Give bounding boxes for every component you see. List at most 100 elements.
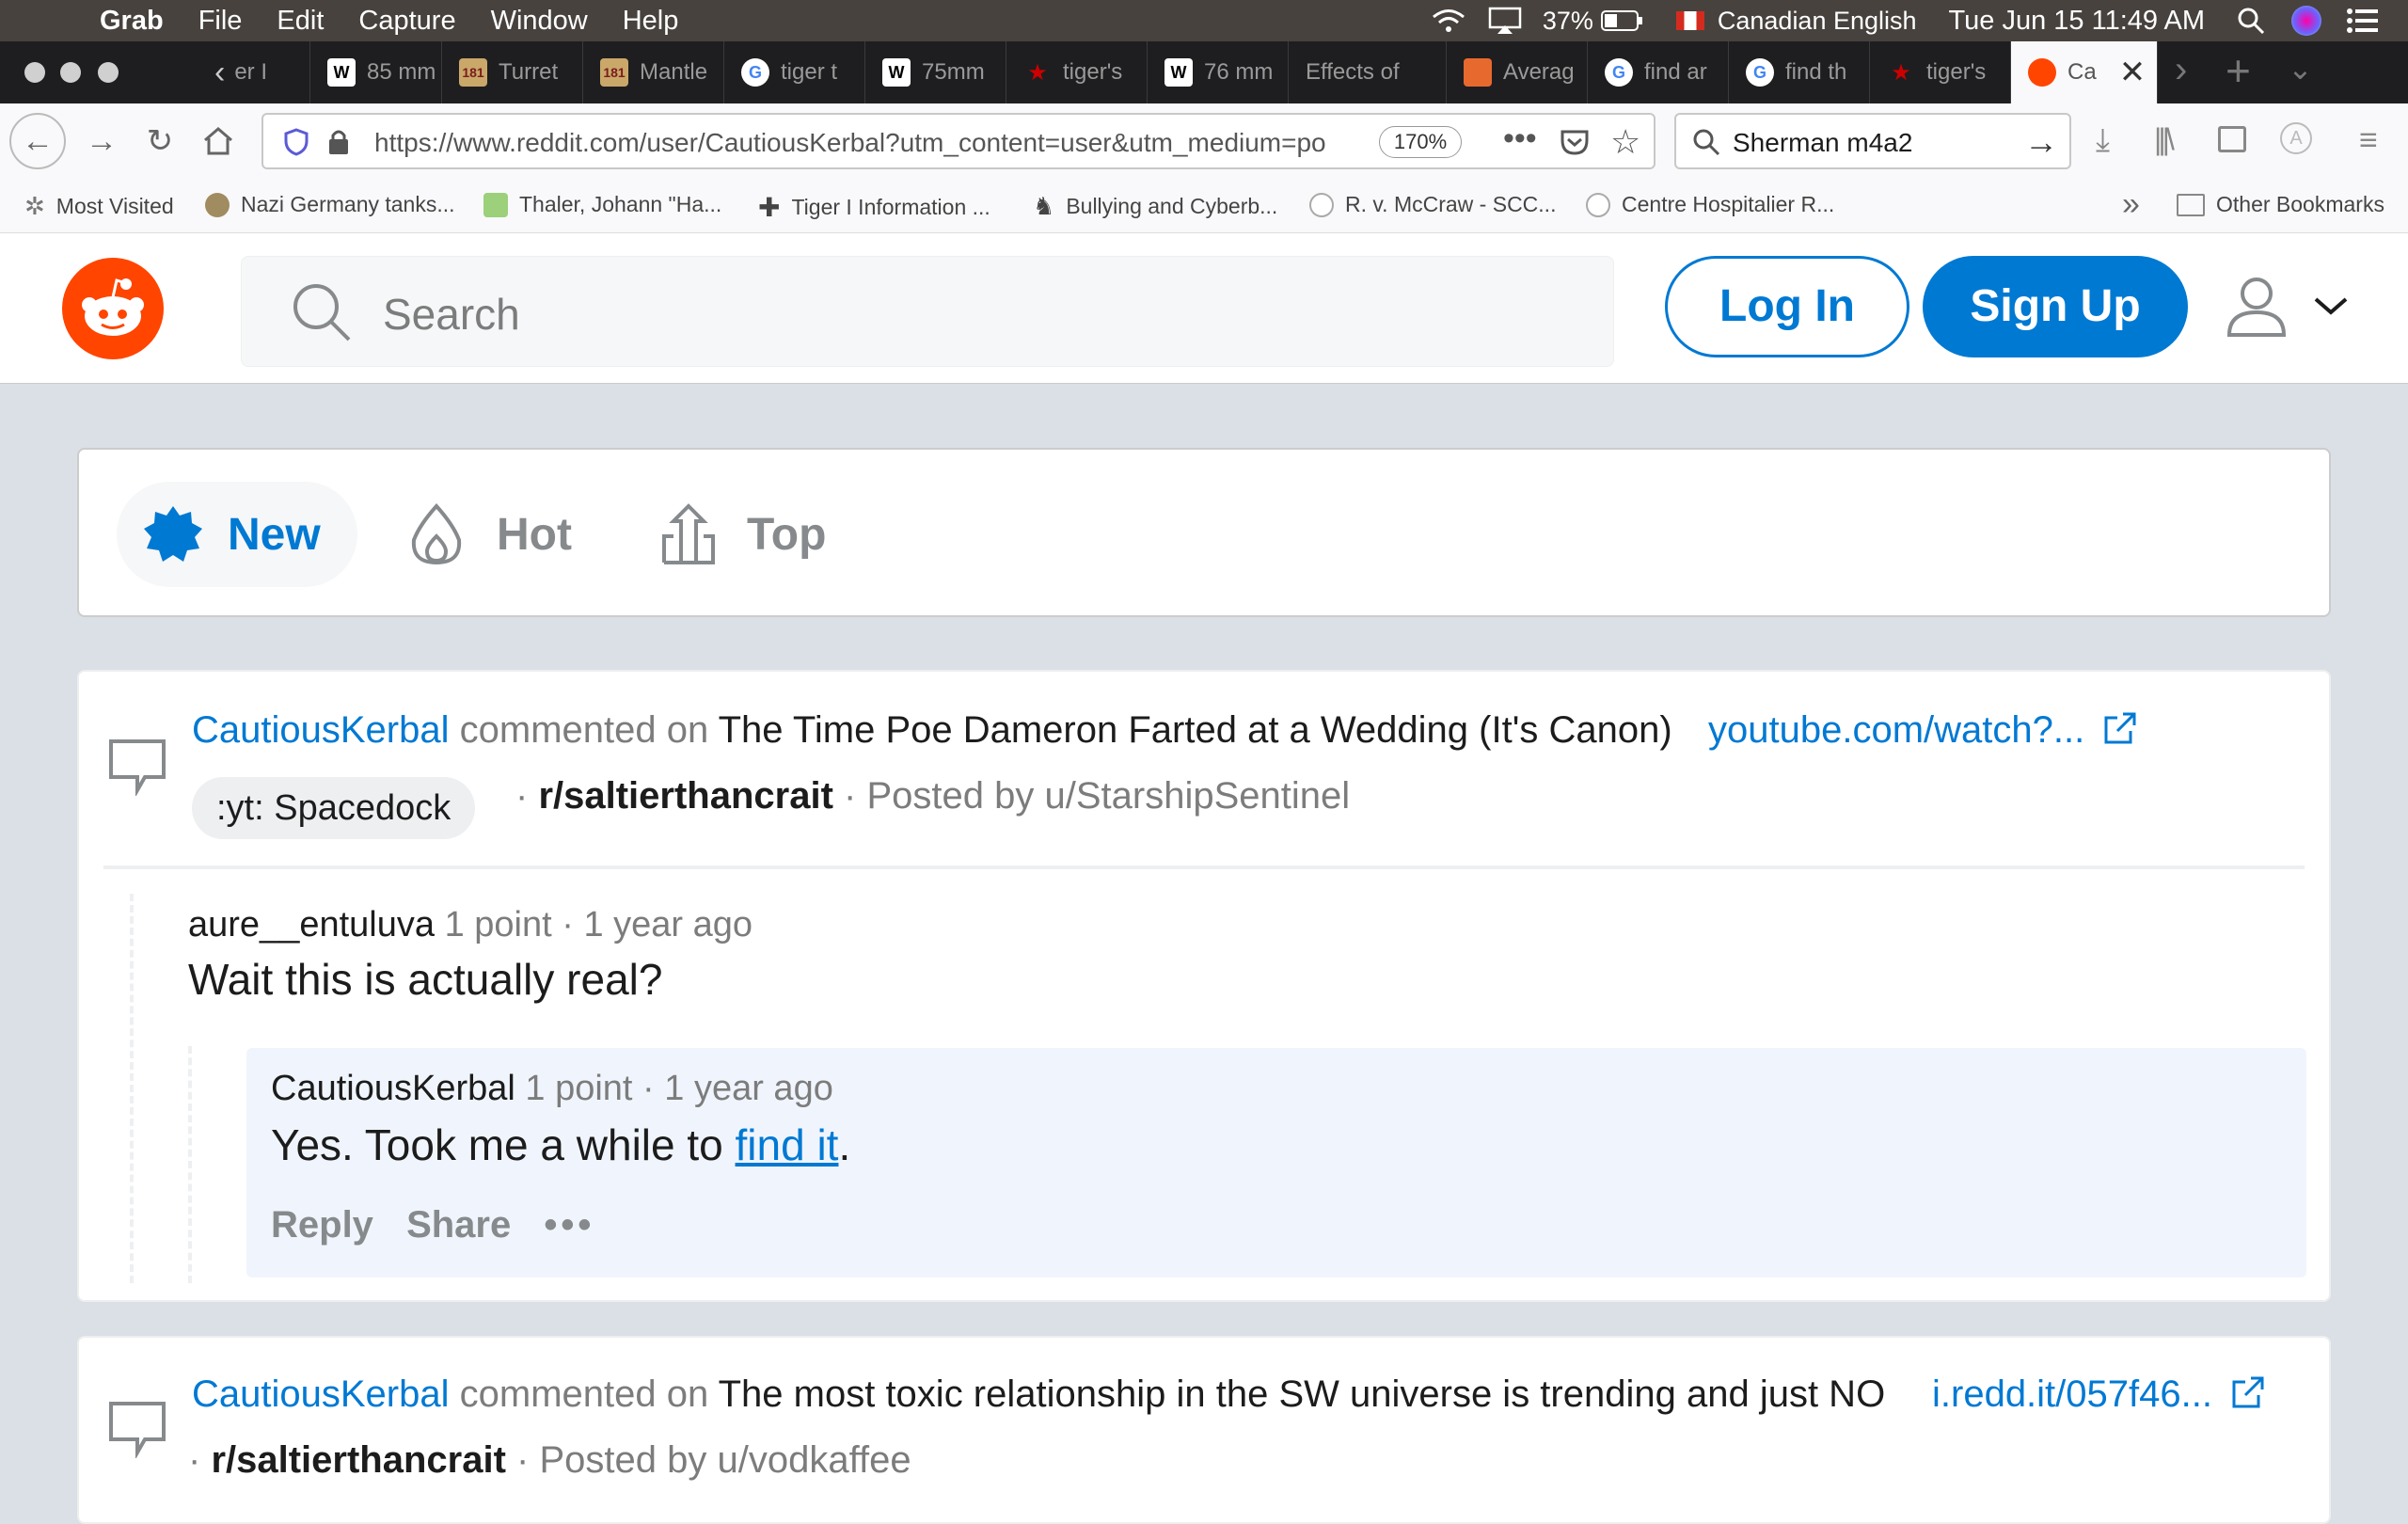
more-options-icon[interactable]: •••: [544, 1204, 594, 1246]
user-menu-button[interactable]: [2226, 271, 2357, 346]
menu-capture[interactable]: Capture: [358, 6, 455, 37]
home-button[interactable]: [194, 117, 243, 166]
canada-flag-icon: [1675, 11, 1704, 30]
tab-8[interactable]: W 76 mm: [1148, 41, 1289, 103]
more-bookmarks-chevron-icon[interactable]: »: [2122, 186, 2140, 223]
app-menu-icon[interactable]: ≡: [2359, 122, 2378, 159]
sidebar-toggle-icon[interactable]: [2218, 126, 2246, 152]
tab-6[interactable]: W 75mm: [865, 41, 1006, 103]
menu-file[interactable]: File: [198, 6, 243, 37]
bookmark-nazi-germany-tanks[interactable]: Nazi Germany tanks...: [205, 192, 455, 217]
external-link-text[interactable]: youtube.com/watch?...: [1708, 709, 2084, 751]
bookmark-most-visited[interactable]: ✲ Most Visited: [24, 192, 174, 221]
tab-13[interactable]: ★ tiger's: [1870, 41, 2011, 103]
post-title-link[interactable]: The Time Poe Dameron Farted at a Wedding…: [719, 709, 1672, 751]
tab-11[interactable]: Gfind ar: [1588, 41, 1729, 103]
tab-10[interactable]: Averag: [1447, 41, 1588, 103]
sort-hot-button[interactable]: Hot: [408, 482, 625, 587]
bookmark-other-bookmarks[interactable]: Other Bookmarks: [2177, 192, 2384, 217]
window-close-dot[interactable]: [24, 62, 45, 83]
sign-up-button[interactable]: Sign Up: [1923, 256, 2188, 357]
tab-4[interactable]: 181 Mantle: [583, 41, 724, 103]
wifi-icon[interactable]: [1430, 7, 1467, 35]
post-author-link[interactable]: CautiousKerbal: [192, 1373, 450, 1415]
comment-post-card[interactable]: CautiousKerbal commented on The most tox…: [77, 1336, 2331, 1524]
page-actions-icon[interactable]: •••: [1503, 120, 1537, 157]
spotlight-icon[interactable]: [2237, 7, 2265, 35]
window-minimize-dot[interactable]: [60, 62, 81, 83]
menu-window[interactable]: Window: [491, 6, 588, 37]
address-bar[interactable]: https://www.reddit.com/user/CautiousKerb…: [261, 113, 1656, 169]
zoom-level[interactable]: 170%: [1379, 126, 1462, 158]
reddit-logo-icon[interactable]: [62, 258, 164, 359]
comment-author-link[interactable]: aure__entuluva: [188, 905, 435, 945]
tab-1[interactable]: ‹ er I: [198, 41, 310, 103]
bookmark-bullying-and-cyberb[interactable]: ♞ Bullying and Cyberb...: [1033, 192, 1277, 221]
tab-active-reddit[interactable]: Ca ✕: [2011, 41, 2158, 103]
reply-age[interactable]: 1 year ago: [664, 1069, 833, 1108]
close-tab-icon[interactable]: ✕: [2119, 54, 2147, 91]
tab-12[interactable]: Gfind th: [1729, 41, 1870, 103]
find-it-link[interactable]: find it: [736, 1120, 839, 1169]
chevron-left-icon[interactable]: ‹: [214, 55, 225, 91]
reload-button[interactable]: ↻: [135, 117, 184, 166]
bookmark-centre-hospitalier[interactable]: Centre Hospitalier R...: [1586, 192, 1834, 217]
sort-top-button[interactable]: Top: [660, 482, 886, 587]
post-title-link[interactable]: The most toxic relationship in the SW un…: [719, 1373, 1886, 1415]
highlighted-reply: CautiousKerbal 1 point · 1 year ago Yes.…: [246, 1048, 2306, 1278]
tab-label: 75mm: [922, 59, 985, 85]
tab-9[interactable]: Effects of: [1289, 41, 1447, 103]
log-in-button[interactable]: Log In: [1665, 256, 1909, 357]
new-tab-icon[interactable]: +: [2226, 45, 2251, 96]
post-external-link[interactable]: i.redd.it/057f46...: [1932, 1373, 2266, 1416]
bookmark-r-v-mccraw[interactable]: R. v. McCraw - SCC...: [1309, 192, 1556, 217]
menu-edit[interactable]: Edit: [277, 6, 324, 37]
tab-7[interactable]: ★ tiger's: [1006, 41, 1148, 103]
window-zoom-dot[interactable]: [98, 62, 119, 83]
posted-by-link[interactable]: Posted by u/vodkaffee: [540, 1439, 911, 1481]
pocket-icon[interactable]: [1560, 128, 1590, 156]
comment-age[interactable]: 1 year ago: [583, 905, 752, 945]
battery-icon[interactable]: [1600, 9, 1644, 32]
share-button[interactable]: Share: [406, 1204, 511, 1246]
chevron-right-icon[interactable]: ›: [2175, 49, 2187, 91]
tab-3[interactable]: 181 Turret: [442, 41, 583, 103]
subreddit-link[interactable]: r/saltierthancrait: [538, 775, 832, 817]
reply-button[interactable]: Reply: [271, 1204, 373, 1246]
thread-line[interactable]: [130, 894, 134, 1283]
input-source[interactable]: Canadian English: [1718, 7, 1917, 36]
url-text[interactable]: https://www.reddit.com/user/CautiousKerb…: [374, 128, 1362, 158]
posted-by-link[interactable]: Posted by u/StarshipSentinel: [867, 775, 1351, 817]
menu-app-grab[interactable]: Grab: [100, 6, 164, 37]
shield-icon[interactable]: [284, 128, 309, 156]
lock-icon[interactable]: [327, 128, 350, 156]
back-button[interactable]: ←: [9, 113, 66, 169]
library-icon[interactable]: |||\: [2154, 122, 2175, 157]
search-bar[interactable]: Sherman m4a2 →: [1674, 113, 2071, 169]
post-external-link[interactable]: youtube.com/watch?...: [1708, 709, 2138, 752]
airplay-icon[interactable]: [1488, 7, 1522, 35]
reply-thread-line[interactable]: [188, 1046, 192, 1283]
siri-icon[interactable]: [2291, 6, 2321, 36]
datetime[interactable]: Tue Jun 15 11:49 AM: [1949, 6, 2205, 37]
comment-post-card[interactable]: CautiousKerbal commented on The Time Poe…: [77, 670, 2331, 1302]
tab-2[interactable]: W 85 mm: [310, 41, 442, 103]
bookmark-thaler-johann[interactable]: Thaler, Johann "Ha...: [483, 192, 721, 217]
search-go-arrow-icon[interactable]: →: [2024, 122, 2058, 162]
control-center-icon[interactable]: [2346, 8, 2380, 34]
tab-list-chevron-down-icon[interactable]: ⌄: [2288, 51, 2313, 87]
sort-new-button[interactable]: New: [117, 482, 357, 587]
tab-5[interactable]: Gtiger t: [724, 41, 865, 103]
post-author-link[interactable]: CautiousKerbal: [192, 709, 450, 751]
reddit-search-input[interactable]: Search: [241, 256, 1614, 367]
search-bar-value[interactable]: Sherman m4a2: [1733, 128, 1912, 158]
bookmark-star-icon[interactable]: ☆: [1610, 122, 1640, 162]
account-icon[interactable]: A: [2280, 122, 2312, 154]
reply-author-link[interactable]: CautiousKerbal: [271, 1069, 515, 1108]
subreddit-link[interactable]: r/saltierthancrait: [211, 1439, 505, 1481]
external-link-text[interactable]: i.redd.it/057f46...: [1932, 1373, 2212, 1415]
menu-help[interactable]: Help: [623, 6, 679, 37]
bookmark-tiger-i-information[interactable]: ✚ Tiger I Information ...: [758, 192, 990, 223]
downloads-icon[interactable]: ⤓: [2096, 122, 2110, 159]
forward-button[interactable]: →: [77, 117, 126, 166]
